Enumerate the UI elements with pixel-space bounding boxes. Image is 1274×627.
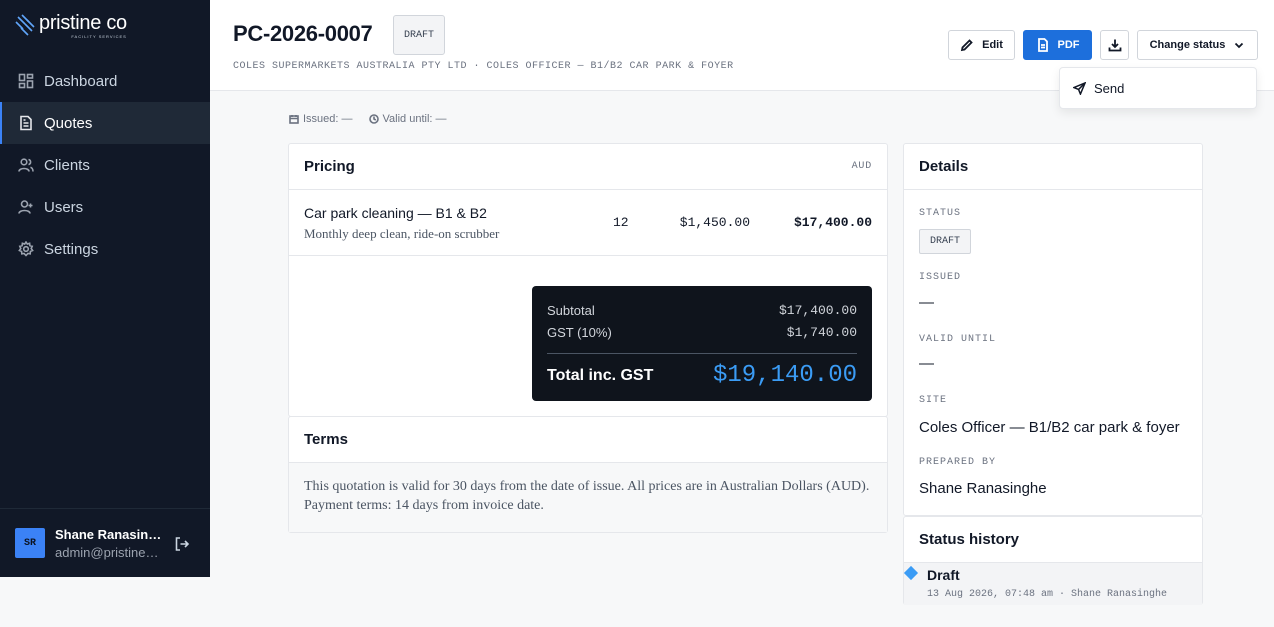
pricing-card: Pricing AUD Car park cleaning — B1 & B2 … xyxy=(288,143,888,417)
pdf-button-label: PDF xyxy=(1057,39,1080,51)
sidebar-item-label: Clients xyxy=(44,156,90,174)
prepared-by-label: PREPARED BY xyxy=(919,457,997,468)
quote-meta: Issued: — Valid until: — xyxy=(289,113,447,125)
sidebar-nav: Dashboard Quotes Clients Users Settings xyxy=(0,60,210,270)
subtotal-value: $17,400.00 xyxy=(778,303,857,318)
issued-label: ISSUED xyxy=(919,272,962,283)
sidebar-item-dashboard[interactable]: Dashboard xyxy=(0,60,210,102)
sidebar-item-clients[interactable]: Clients xyxy=(0,144,210,186)
change-status-label: Change status xyxy=(1149,39,1226,51)
terms-body: This quotation is valid for 30 days from… xyxy=(289,463,887,532)
line-item-name: Car park cleaning — B1 & B2 xyxy=(304,205,487,221)
line-item-description: Monthly deep clean, ride-on scrubber xyxy=(304,226,500,241)
users-icon xyxy=(18,158,34,172)
edit-button-label: Edit xyxy=(982,39,1003,51)
line-item-qty: 12 xyxy=(613,215,629,230)
line-item: Car park cleaning — B1 & B2 Monthly deep… xyxy=(289,190,887,256)
send-label: Send xyxy=(1094,80,1125,96)
sidebar: pristine co FACILITY SERVICES Dashboard … xyxy=(0,0,210,577)
status-badge: DRAFT xyxy=(919,229,971,254)
currency-label: AUD xyxy=(851,161,872,172)
history-item: Draft 13 Aug 2026, 07:48 am · Shane Rana… xyxy=(903,563,1202,605)
user-email: admin@pristineco.com.au xyxy=(55,544,165,560)
totals-divider xyxy=(547,353,857,354)
chevron-down-icon xyxy=(1235,42,1244,49)
subtotal-label: Subtotal xyxy=(547,303,595,318)
download-icon xyxy=(1108,39,1121,52)
history-meta: 13 Aug 2026, 07:48 am · Shane Ranasinghe xyxy=(927,589,1168,600)
current-user: SR Shane Ranasinghe admin@pristineco.com… xyxy=(0,508,210,577)
download-button[interactable] xyxy=(1100,30,1129,60)
brand-logo[interactable]: pristine co FACILITY SERVICES xyxy=(15,13,127,39)
gear-icon xyxy=(18,241,34,257)
sidebar-item-label: Settings xyxy=(44,240,99,258)
sidebar-item-settings[interactable]: Settings xyxy=(0,228,210,270)
pdf-button[interactable]: PDF xyxy=(1023,30,1092,60)
page-title: PC-2026-0007 xyxy=(233,21,373,46)
diamond-icon xyxy=(903,565,919,581)
avatar: SR xyxy=(15,528,45,558)
user-icon xyxy=(18,200,33,214)
sidebar-item-quotes[interactable]: Quotes xyxy=(0,102,210,144)
details-card: Details STATUS DRAFT ISSUED — VALID UNTI… xyxy=(903,143,1203,516)
valid-until-label: VALID UNTIL xyxy=(919,334,997,345)
prepared-by-value: Shane Ranasinghe xyxy=(919,480,1047,497)
brand-tagline: FACILITY SERVICES xyxy=(71,34,127,39)
logo-mark-icon xyxy=(15,14,35,36)
pencil-icon xyxy=(960,39,973,52)
logout-icon xyxy=(175,537,190,551)
line-item-total: $17,400.00 xyxy=(793,215,872,230)
send-icon xyxy=(1073,81,1086,95)
site-label: SITE xyxy=(919,395,948,406)
totals-panel: Subtotal $17,400.00 GST (10%) $1,740.00 … xyxy=(532,286,872,401)
change-status-button[interactable]: Change status xyxy=(1137,30,1258,60)
valid-until-meta: Valid until: — xyxy=(382,113,447,125)
total-label: Total inc. GST xyxy=(547,366,654,384)
status-history-title: Status history xyxy=(919,531,1020,548)
user-name: Shane Ranasinghe xyxy=(55,526,165,542)
details-title: Details xyxy=(919,158,969,175)
dashboard-icon xyxy=(18,73,34,89)
clock-icon xyxy=(368,114,379,124)
document-icon xyxy=(1037,38,1048,52)
total-value: $19,140.00 xyxy=(712,362,857,389)
issued-meta: Issued: — xyxy=(303,113,353,125)
brand-name: pristine co xyxy=(39,12,127,34)
history-status: Draft xyxy=(927,567,960,583)
pricing-title: Pricing xyxy=(304,158,355,175)
terms-title: Terms xyxy=(304,431,348,448)
status-menu-send[interactable]: Send xyxy=(1059,67,1257,109)
sidebar-item-label: Quotes xyxy=(44,114,93,132)
issued-value: — xyxy=(919,294,934,311)
sidebar-item-users[interactable]: Users xyxy=(0,186,210,228)
edit-button[interactable]: Edit xyxy=(948,30,1015,60)
sidebar-item-label: Users xyxy=(44,198,84,216)
calendar-icon xyxy=(289,115,299,124)
terms-card: Terms This quotation is valid for 30 day… xyxy=(288,416,888,533)
page-subtitle: COLES SUPERMARKETS AUSTRALIA PTY LTD · C… xyxy=(233,61,734,72)
gst-label: GST (10%) xyxy=(547,325,612,340)
line-item-rate: $1,450.00 xyxy=(679,215,750,230)
status-label: STATUS xyxy=(919,208,962,219)
document-icon xyxy=(20,115,32,131)
gst-value: $1,740.00 xyxy=(786,325,857,340)
logout-button[interactable] xyxy=(174,536,190,552)
valid-until-value: — xyxy=(919,355,934,372)
sidebar-item-label: Dashboard xyxy=(44,72,118,90)
site-value: Coles Officer — B1/B2 car park & foyer xyxy=(919,419,1180,436)
status-history-card: Status history Draft 13 Aug 2026, 07:48 … xyxy=(903,516,1203,605)
status-badge: DRAFT xyxy=(393,15,445,55)
